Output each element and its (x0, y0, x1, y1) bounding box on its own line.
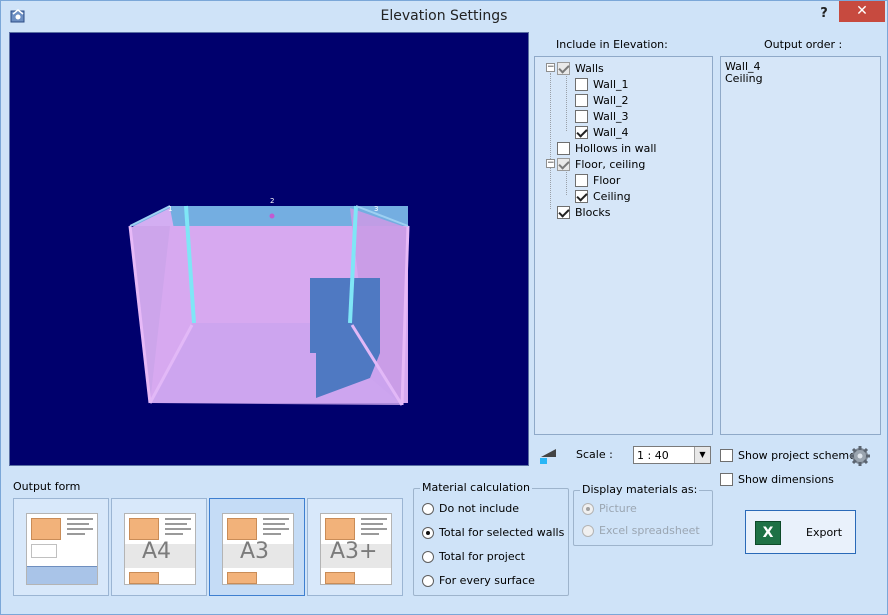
include-item-label: Blocks (575, 205, 611, 219)
show-dimensions-label: Show dimensions (738, 473, 834, 486)
output-form-scheme[interactable] (13, 498, 109, 596)
scale-value: 1 : 40 (637, 449, 669, 462)
include-item-wall-2[interactable]: Wall_2 (575, 92, 629, 108)
output-form-label: Output form (13, 480, 81, 493)
collapse-icon[interactable]: − (546, 63, 555, 72)
export-label: Export (806, 526, 843, 539)
material-option[interactable]: Total for selected walls (422, 526, 564, 539)
include-checkbox[interactable] (575, 125, 588, 139)
display-materials-radio[interactable] (582, 524, 594, 537)
material-option-label: Total for project (439, 550, 525, 563)
include-item-label: Wall_1 (593, 77, 629, 91)
material-option[interactable]: Total for project (422, 550, 525, 563)
output-form-a4[interactable]: A4 (111, 498, 207, 596)
include-item-ceiling[interactable]: Ceiling (575, 188, 631, 204)
display-materials-title: Display materials as: (580, 483, 700, 496)
include-item-wall-3[interactable]: Wall_3 (575, 108, 629, 124)
material-option-label: Do not include (439, 502, 520, 515)
include-item-label: Hollows in wall (575, 141, 657, 155)
show-dimensions-checkbox[interactable] (720, 473, 733, 486)
include-item-label: Floor, ceiling (575, 157, 646, 171)
material-radio[interactable] (422, 550, 434, 563)
output-order-list[interactable]: Wall_4 Ceiling (720, 56, 881, 435)
include-tree: − Walls Wall_1 Wall_2 Wall_3 Wall_4 Hollows in… (534, 56, 713, 435)
scale-dropdown[interactable]: 1 : 40 ▼ (633, 446, 711, 464)
include-item-label: Ceiling (593, 189, 631, 203)
scale-label: Scale : (576, 448, 613, 461)
display-materials-group: Display materials as: Picture Excel sprea… (573, 483, 713, 546)
material-option-label: Total for selected walls (439, 526, 565, 539)
window-title: Elevation Settings (380, 8, 508, 24)
help-button[interactable]: ? (813, 3, 835, 25)
material-calculation-title: Material calculation (420, 481, 532, 494)
include-item-walls[interactable]: − Walls (546, 60, 604, 76)
display-materials-radio[interactable] (582, 502, 594, 515)
material-option[interactable]: For every surface (422, 574, 535, 587)
room-preview-drawing: 1 2 3 (128, 197, 410, 406)
include-item-blocks[interactable]: Blocks (557, 204, 610, 220)
material-option-label: For every surface (439, 574, 535, 587)
include-item-label: Walls (575, 61, 604, 75)
include-item-wall-4[interactable]: Wall_4 (575, 124, 629, 140)
material-option[interactable]: Do not include (422, 502, 519, 515)
display-materials-label: Picture (599, 502, 637, 515)
include-item-label: Wall_4 (593, 125, 629, 139)
include-checkbox[interactable] (557, 205, 570, 219)
include-item-wall-1[interactable]: Wall_1 (575, 76, 629, 92)
export-button[interactable]: X Export (745, 510, 856, 554)
wall-label-3: 3 (374, 205, 378, 213)
include-checkbox[interactable] (575, 77, 588, 91)
show-project-scheme-label: Show project scheme (738, 449, 856, 462)
material-radio[interactable] (422, 574, 434, 587)
close-button[interactable]: ✕ (839, 1, 885, 22)
include-checkbox[interactable] (557, 61, 570, 75)
include-item-hollows-in-wall[interactable]: Hollows in wall (557, 140, 656, 156)
wall-label-1: 1 (168, 205, 172, 213)
paper-size-label: A3+ (330, 539, 378, 564)
elevation-settings-window: Elevation Settings ? ✕ 1 2 3 Include in … (0, 0, 888, 615)
include-checkbox[interactable] (557, 157, 570, 171)
paper-size-label: A4 (142, 539, 172, 564)
include-item-label: Wall_2 (593, 93, 629, 107)
include-item-floor[interactable]: Floor (575, 172, 620, 188)
wall-label-2: 2 (270, 197, 274, 205)
include-checkbox[interactable] (575, 93, 588, 107)
output-form-a3plus[interactable]: A3+ (307, 498, 403, 596)
output-order-item[interactable]: Ceiling (725, 72, 763, 85)
include-header: Include in Elevation: (556, 38, 668, 51)
show-project-scheme-checkbox[interactable] (720, 449, 733, 462)
output-order-header: Output order : (764, 38, 843, 51)
3d-preview-viewport[interactable]: 1 2 3 (9, 32, 529, 466)
show-dimensions-option[interactable]: Show dimensions (720, 473, 834, 486)
page-preview-icon (26, 513, 98, 585)
paper-size-label: A3 (240, 539, 270, 564)
chevron-down-icon[interactable]: ▼ (694, 447, 710, 463)
include-item-floor-ceiling[interactable]: − Floor, ceiling (546, 156, 646, 172)
include-item-label: Wall_3 (593, 109, 629, 123)
gear-icon[interactable] (849, 445, 871, 467)
title-bar: Elevation Settings ? ✕ (1, 1, 887, 31)
excel-icon: X (755, 521, 781, 545)
collapse-icon[interactable]: − (546, 159, 555, 168)
include-checkbox[interactable] (575, 109, 588, 123)
material-radio[interactable] (422, 502, 434, 515)
include-checkbox[interactable] (557, 141, 570, 155)
material-radio[interactable] (422, 526, 434, 539)
display-materials-option[interactable]: Picture (582, 502, 637, 515)
material-calculation-group: Material calculation Do not include Total… (413, 481, 569, 596)
show-project-scheme-option[interactable]: Show project scheme (720, 449, 856, 462)
display-materials-label: Excel spreadsheet (599, 524, 700, 537)
include-checkbox[interactable] (575, 173, 588, 187)
output-form-a3[interactable]: A3 (209, 498, 305, 596)
display-materials-option[interactable]: Excel spreadsheet (582, 524, 700, 537)
scale-icon (540, 449, 556, 464)
include-item-label: Floor (593, 173, 621, 187)
include-checkbox[interactable] (575, 189, 588, 203)
